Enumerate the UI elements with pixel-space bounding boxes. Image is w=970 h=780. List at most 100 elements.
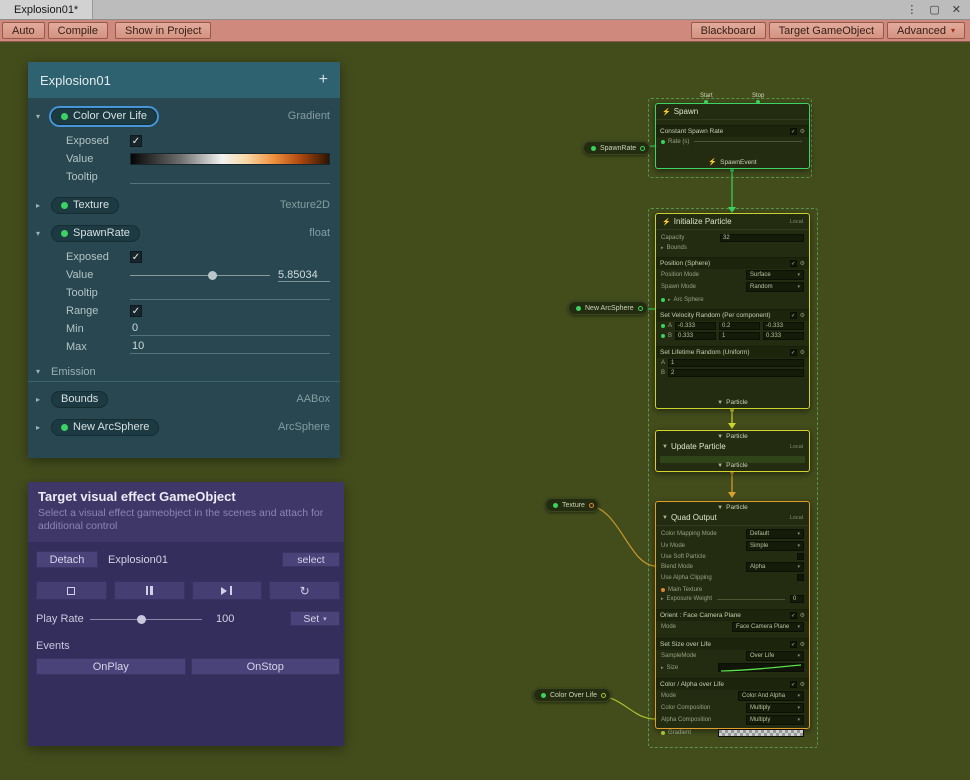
orient-mode-dropdown[interactable]: Face Camera Plane▾: [732, 622, 804, 632]
param-pill-spawnrate[interactable]: SpawnRate: [51, 225, 140, 242]
parameter-node-color-over-life[interactable]: Color Over Life: [533, 688, 611, 702]
block-enabled-checkbox[interactable]: ✓: [790, 260, 797, 267]
block-header[interactable]: Set Velocity Random (Per component) ✓ ⚙: [656, 310, 809, 321]
param-row-bounds[interactable]: ▸ Bounds AABox: [28, 388, 340, 410]
vector-x-field[interactable]: -0.333: [675, 322, 716, 330]
gradient-input-port[interactable]: [661, 731, 665, 735]
capacity-field[interactable]: 32: [720, 234, 804, 242]
rate-field[interactable]: [694, 141, 802, 142]
window-tab[interactable]: Explosion01*: [0, 0, 93, 19]
spawn-mode-dropdown[interactable]: Random▾: [746, 282, 804, 292]
gear-icon[interactable]: ⚙: [800, 349, 805, 356]
port-dot[interactable]: [756, 100, 760, 104]
sample-mode-dropdown[interactable]: Over Life▾: [746, 651, 804, 661]
block-enabled-checkbox[interactable]: ✓: [790, 641, 797, 648]
exposed-checkbox[interactable]: ✓: [130, 251, 142, 263]
vector-z-field[interactable]: -0.333: [763, 322, 804, 330]
spawn-start-port[interactable]: Start: [700, 93, 713, 104]
lifetime-b-field[interactable]: 2: [668, 369, 804, 377]
graph-canvas[interactable]: Start Stop ⚡ Spawn Constant Spawn Rate ✓…: [0, 42, 970, 780]
range-checkbox[interactable]: ✓: [130, 305, 142, 317]
block-header[interactable]: Color / Alpha over Life ✓ ⚙: [656, 679, 809, 690]
input-port[interactable]: [661, 334, 665, 338]
edge-texture-to-maintexture[interactable]: [585, 505, 656, 566]
block-position-sphere[interactable]: Position (Sphere) ✓ ⚙ Position Mode Surf…: [656, 257, 809, 304]
gear-icon[interactable]: ⚙: [800, 641, 805, 648]
value-field[interactable]: 5.85034: [278, 269, 330, 282]
gear-icon[interactable]: ⚙: [800, 260, 805, 267]
spawn-context-node[interactable]: Start Stop ⚡ Spawn Constant Spawn Rate ✓…: [655, 103, 810, 169]
port-dot[interactable]: [704, 100, 708, 104]
param-row-color-over-life[interactable]: ▾ Color Over Life Gradient: [28, 105, 340, 127]
detach-button[interactable]: Detach: [36, 551, 98, 568]
blackboard-header[interactable]: Explosion01 +: [28, 62, 340, 98]
block-header[interactable]: Set Size over Life ✓ ⚙: [656, 639, 809, 650]
vector-y-field[interactable]: 0.2: [719, 322, 760, 330]
vector-z-field[interactable]: 0.333: [763, 332, 804, 340]
stop-button[interactable]: [36, 581, 107, 600]
block-orient[interactable]: Orient : Face Camera Plane ✓ ⚙ Mode Face…: [656, 609, 809, 633]
node-title[interactable]: ⚡ Initialize Particle Local: [656, 214, 809, 230]
compile-button[interactable]: Compile: [48, 22, 108, 39]
block-header[interactable]: Set Lifetime Random (Uniform) ✓ ⚙: [656, 347, 809, 358]
auto-button[interactable]: Auto: [2, 22, 45, 39]
output-port[interactable]: [589, 503, 594, 508]
space-badge[interactable]: Local: [790, 219, 803, 225]
gear-icon[interactable]: ⚙: [800, 128, 805, 135]
chevron-right-icon[interactable]: ▸: [668, 297, 671, 303]
chevron-down-icon[interactable]: ▾: [36, 229, 51, 238]
color-composition-dropdown[interactable]: Multiply▾: [746, 703, 804, 713]
vector-y-field[interactable]: 1: [719, 332, 760, 340]
parameter-node-spawnrate[interactable]: SpawnRate: [583, 141, 650, 155]
chevron-right-icon[interactable]: ▸: [36, 423, 51, 432]
block-enabled-checkbox[interactable]: ✓: [790, 349, 797, 356]
block-constant-spawn-rate[interactable]: Constant Spawn Rate ✓ ⚙ Rate (s): [656, 125, 809, 146]
rate-input-port[interactable]: [661, 140, 665, 144]
node-title[interactable]: ▼ Quad Output Local: [656, 512, 809, 526]
parameter-node-new-arcsphere[interactable]: New ArcSphere: [568, 301, 648, 315]
block-color-alpha-over-life[interactable]: Color / Alpha over Life ✓ ⚙ Mode Color A…: [656, 678, 809, 738]
particle-output-port[interactable]: ▼ Particle: [656, 399, 809, 406]
input-port[interactable]: [661, 324, 665, 328]
max-field[interactable]: 10: [130, 340, 330, 354]
node-title[interactable]: ▼ Update Particle Local: [656, 441, 809, 454]
param-row-new-arcsphere[interactable]: ▸ New ArcSphere ArcSphere: [28, 416, 340, 438]
spawn-stop-port[interactable]: Stop: [752, 93, 764, 104]
kebab-menu-icon[interactable]: ⋮: [906, 3, 917, 16]
param-row-texture[interactable]: ▸ Texture Texture2D: [28, 194, 340, 216]
slider-handle[interactable]: [208, 271, 217, 280]
onplay-button[interactable]: OnPlay: [36, 658, 186, 675]
exposed-checkbox[interactable]: ✓: [130, 135, 142, 147]
particle-input-port[interactable]: ▼ Particle: [656, 431, 809, 441]
category-emission[interactable]: ▾ Emission: [28, 362, 340, 382]
onstop-button[interactable]: OnStop: [191, 658, 341, 675]
initialize-particle-node[interactable]: ⚡ Initialize Particle Local Capacity 32 …: [655, 213, 810, 409]
alpha-composition-dropdown[interactable]: Multiply▾: [746, 715, 804, 725]
maximize-icon[interactable]: ▢: [929, 3, 939, 16]
param-pill-new-arcsphere[interactable]: New ArcSphere: [51, 419, 159, 436]
particle-output-port[interactable]: ▼ Particle: [656, 462, 809, 469]
play-rate-slider[interactable]: [90, 614, 202, 624]
param-pill-color-over-life[interactable]: Color Over Life: [51, 108, 157, 125]
output-port[interactable]: [640, 146, 645, 151]
block-set-size-over-life[interactable]: Set Size over Life ✓ ⚙ SampleMode Over L…: [656, 638, 809, 673]
particle-input-port[interactable]: ▼ Particle: [656, 502, 809, 512]
block-set-lifetime-random[interactable]: Set Lifetime Random (Uniform) ✓ ⚙ A 1 B …: [656, 346, 809, 378]
block-set-velocity-random[interactable]: Set Velocity Random (Per component) ✓ ⚙ …: [656, 309, 809, 341]
add-parameter-button[interactable]: +: [319, 71, 328, 89]
vector-x-field[interactable]: 0.333: [675, 332, 716, 340]
pause-button[interactable]: [114, 581, 185, 600]
min-field[interactable]: 0: [130, 322, 330, 336]
chevron-right-icon[interactable]: ▸: [36, 395, 51, 404]
uv-mode-dropdown[interactable]: Simple▾: [746, 541, 804, 551]
output-port[interactable]: [601, 693, 606, 698]
color-mapping-dropdown[interactable]: Default▾: [746, 529, 804, 539]
block-enabled-checkbox[interactable]: ✓: [790, 128, 797, 135]
space-badge[interactable]: Local: [790, 444, 803, 450]
chevron-right-icon[interactable]: ▸: [661, 245, 664, 251]
param-pill-texture[interactable]: Texture: [51, 197, 119, 214]
gear-icon[interactable]: ⚙: [800, 681, 805, 688]
space-badge[interactable]: Local: [790, 515, 803, 521]
size-curve[interactable]: [718, 663, 804, 672]
gradient-preview[interactable]: [130, 153, 330, 165]
